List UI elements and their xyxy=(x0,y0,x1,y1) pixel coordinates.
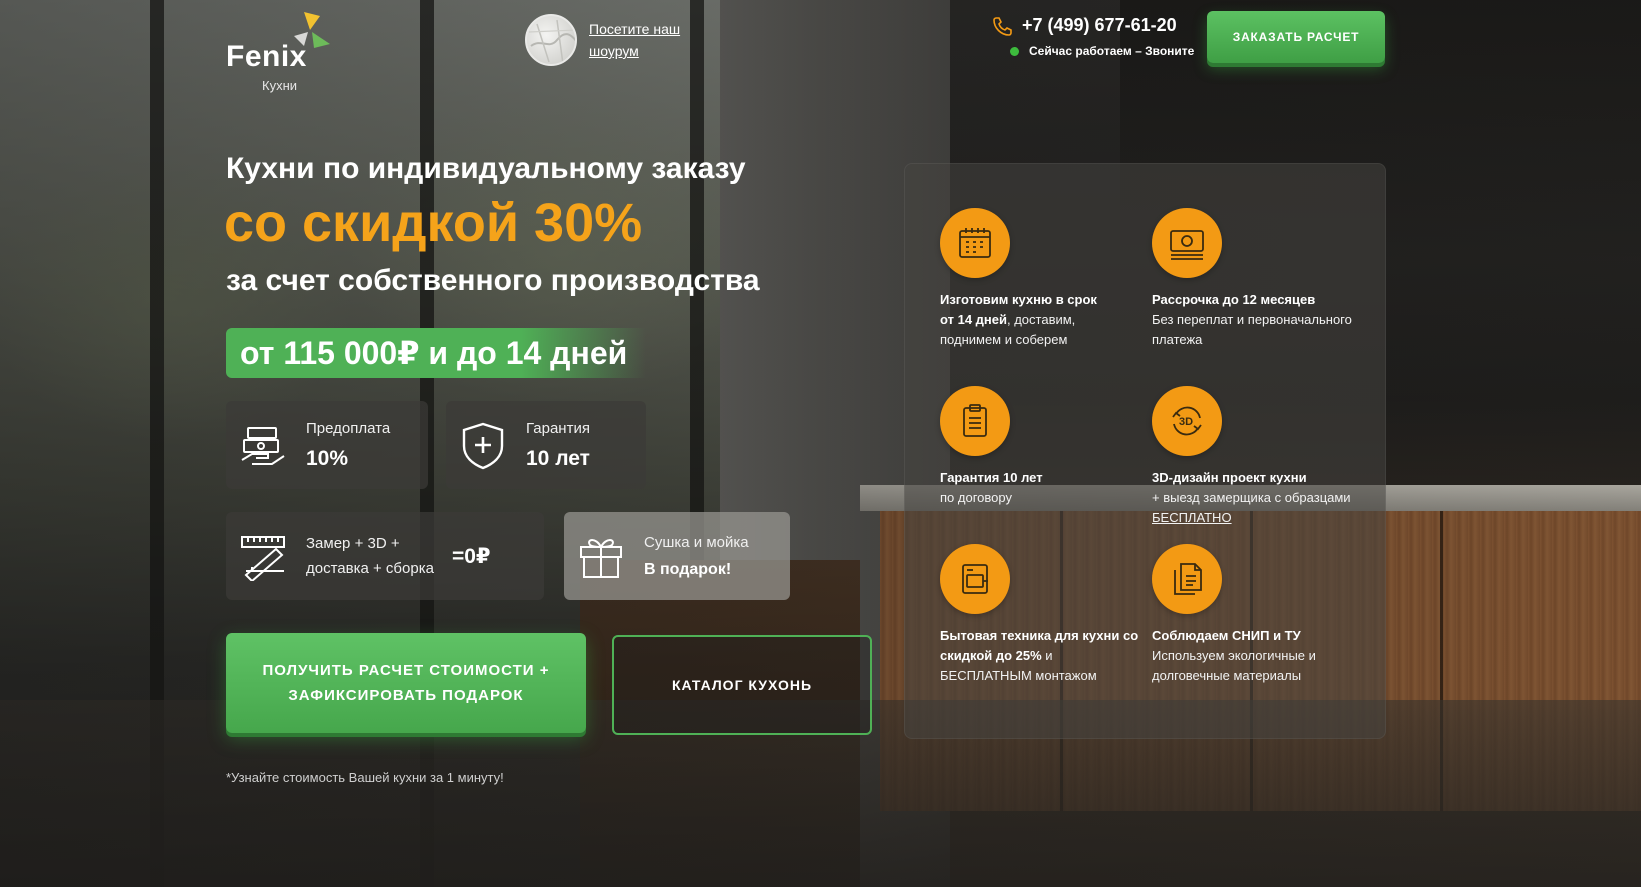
benefit-2-text: Без переплат и первоначального платежа xyxy=(1152,312,1352,347)
prepay-value: 10% xyxy=(306,447,349,470)
measure-value: =0₽ xyxy=(451,544,491,568)
document-icon xyxy=(1152,544,1222,614)
showroom-link[interactable]: Посетите наш шоурум xyxy=(525,14,699,66)
appliance-icon xyxy=(940,544,1010,614)
svg-text:3D: 3D xyxy=(1179,416,1193,428)
footnote: *Узнайте стоимость Вашей кухни за 1 мину… xyxy=(226,770,504,785)
benefit-4-link[interactable]: БЕСПЛАТНО xyxy=(1152,510,1232,525)
phone-block: +7 (499) 677-61-20 Сейчас работаем – Зво… xyxy=(992,15,1194,58)
logo[interactable]: Fenix Кухни xyxy=(226,10,336,93)
guarantee-value: 10 лет xyxy=(526,447,590,470)
measure-line-1: Замер + 3D + xyxy=(306,535,400,552)
shield-plus-icon xyxy=(462,422,504,470)
hero-discount: со скидкой 30% xyxy=(224,193,643,253)
showroom-map-icon xyxy=(525,14,577,66)
benefit-installment: Рассрочка до 12 месяцев Без переплат и п… xyxy=(1152,208,1352,350)
benefit-production-time: Изготовим кухню в срок от 14 дней, доста… xyxy=(940,208,1140,350)
benefit-3d-design: 3D 3D-дизайн проект кухни + выезд замерщ… xyxy=(1152,386,1352,528)
money-hand-icon xyxy=(241,427,285,465)
3d-rotate-icon: 3D xyxy=(1152,386,1222,456)
benefit-standards: Соблюдаем СНИП и ТУ Используем экологичн… xyxy=(1152,544,1352,686)
phone-number[interactable]: +7 (499) 677-61-20 xyxy=(1022,15,1177,36)
guarantee-label: Гарантия xyxy=(526,420,590,437)
gift-label: Сушка и мойка xyxy=(644,534,749,551)
measure-card: Замер + 3D + доставка + сборка =0₽ xyxy=(226,512,544,600)
benefit-appliances: Бытовая техника для кухни со скидкой до … xyxy=(940,544,1140,686)
showroom-link-text[interactable]: Посетите наш шоурум xyxy=(589,18,699,62)
ruler-icon xyxy=(241,536,285,581)
catalog-button[interactable]: КАТАЛОГ КУХОНЬ xyxy=(612,635,872,735)
price-badge: от 115 000₽ и до 14 дней xyxy=(226,328,646,378)
benefit-5-title: Бытовая техника для кухни со скидкой до … xyxy=(940,628,1139,663)
benefit-4-text: + выезд замерщика с образцами xyxy=(1152,490,1351,505)
clipboard-icon xyxy=(940,386,1010,456)
calendar-icon xyxy=(940,208,1010,278)
benefit-guarantee: Гарантия 10 лет по договору xyxy=(940,386,1140,508)
benefits-panel: Изготовим кухню в срок от 14 дней, доста… xyxy=(904,163,1386,739)
prepay-label: Предоплата xyxy=(306,420,391,437)
order-calculation-button[interactable]: ЗАКАЗАТЬ РАСЧЕТ xyxy=(1207,11,1385,63)
benefit-4-title: 3D-дизайн проект кухни xyxy=(1152,470,1307,485)
benefit-1-title: Изготовим кухню в срок xyxy=(940,292,1097,307)
gift-icon xyxy=(580,539,622,578)
money-icon xyxy=(1152,208,1222,278)
benefit-6-text: Используем экологичные и долговечные мат… xyxy=(1152,648,1316,683)
measure-line-2: доставка + сборка xyxy=(306,560,434,577)
benefit-3-text: по договору xyxy=(940,490,1012,505)
status-dot-icon xyxy=(1010,46,1019,56)
prepay-card: Предоплата 10% xyxy=(226,401,428,489)
working-status: Сейчас работаем – Звоните xyxy=(1029,44,1195,58)
hero-subtitle: за счет собственного производства xyxy=(226,264,760,297)
gift-card: Сушка и мойка В подарок! xyxy=(564,512,790,600)
logo-name: Fenix xyxy=(226,40,307,73)
get-price-button[interactable]: ПОЛУЧИТЬ РАСЧЕТ СТОИМОСТИ + ЗАФИКСИРОВАТ… xyxy=(226,633,586,733)
hero-title: Кухни по индивидуальному заказу xyxy=(226,152,746,185)
guarantee-card: Гарантия 10 лет xyxy=(446,401,646,489)
benefit-6-title: Соблюдаем СНИП и ТУ xyxy=(1152,628,1301,643)
phone-icon xyxy=(993,16,1012,36)
benefit-2-title: Рассрочка до 12 месяцев xyxy=(1152,292,1316,307)
logo-subtitle: Кухни xyxy=(262,78,298,93)
benefit-3-title: Гарантия 10 лет xyxy=(940,470,1043,485)
benefit-1-term: от 14 дней xyxy=(940,312,1007,327)
gift-value: В подарок! xyxy=(644,561,732,578)
